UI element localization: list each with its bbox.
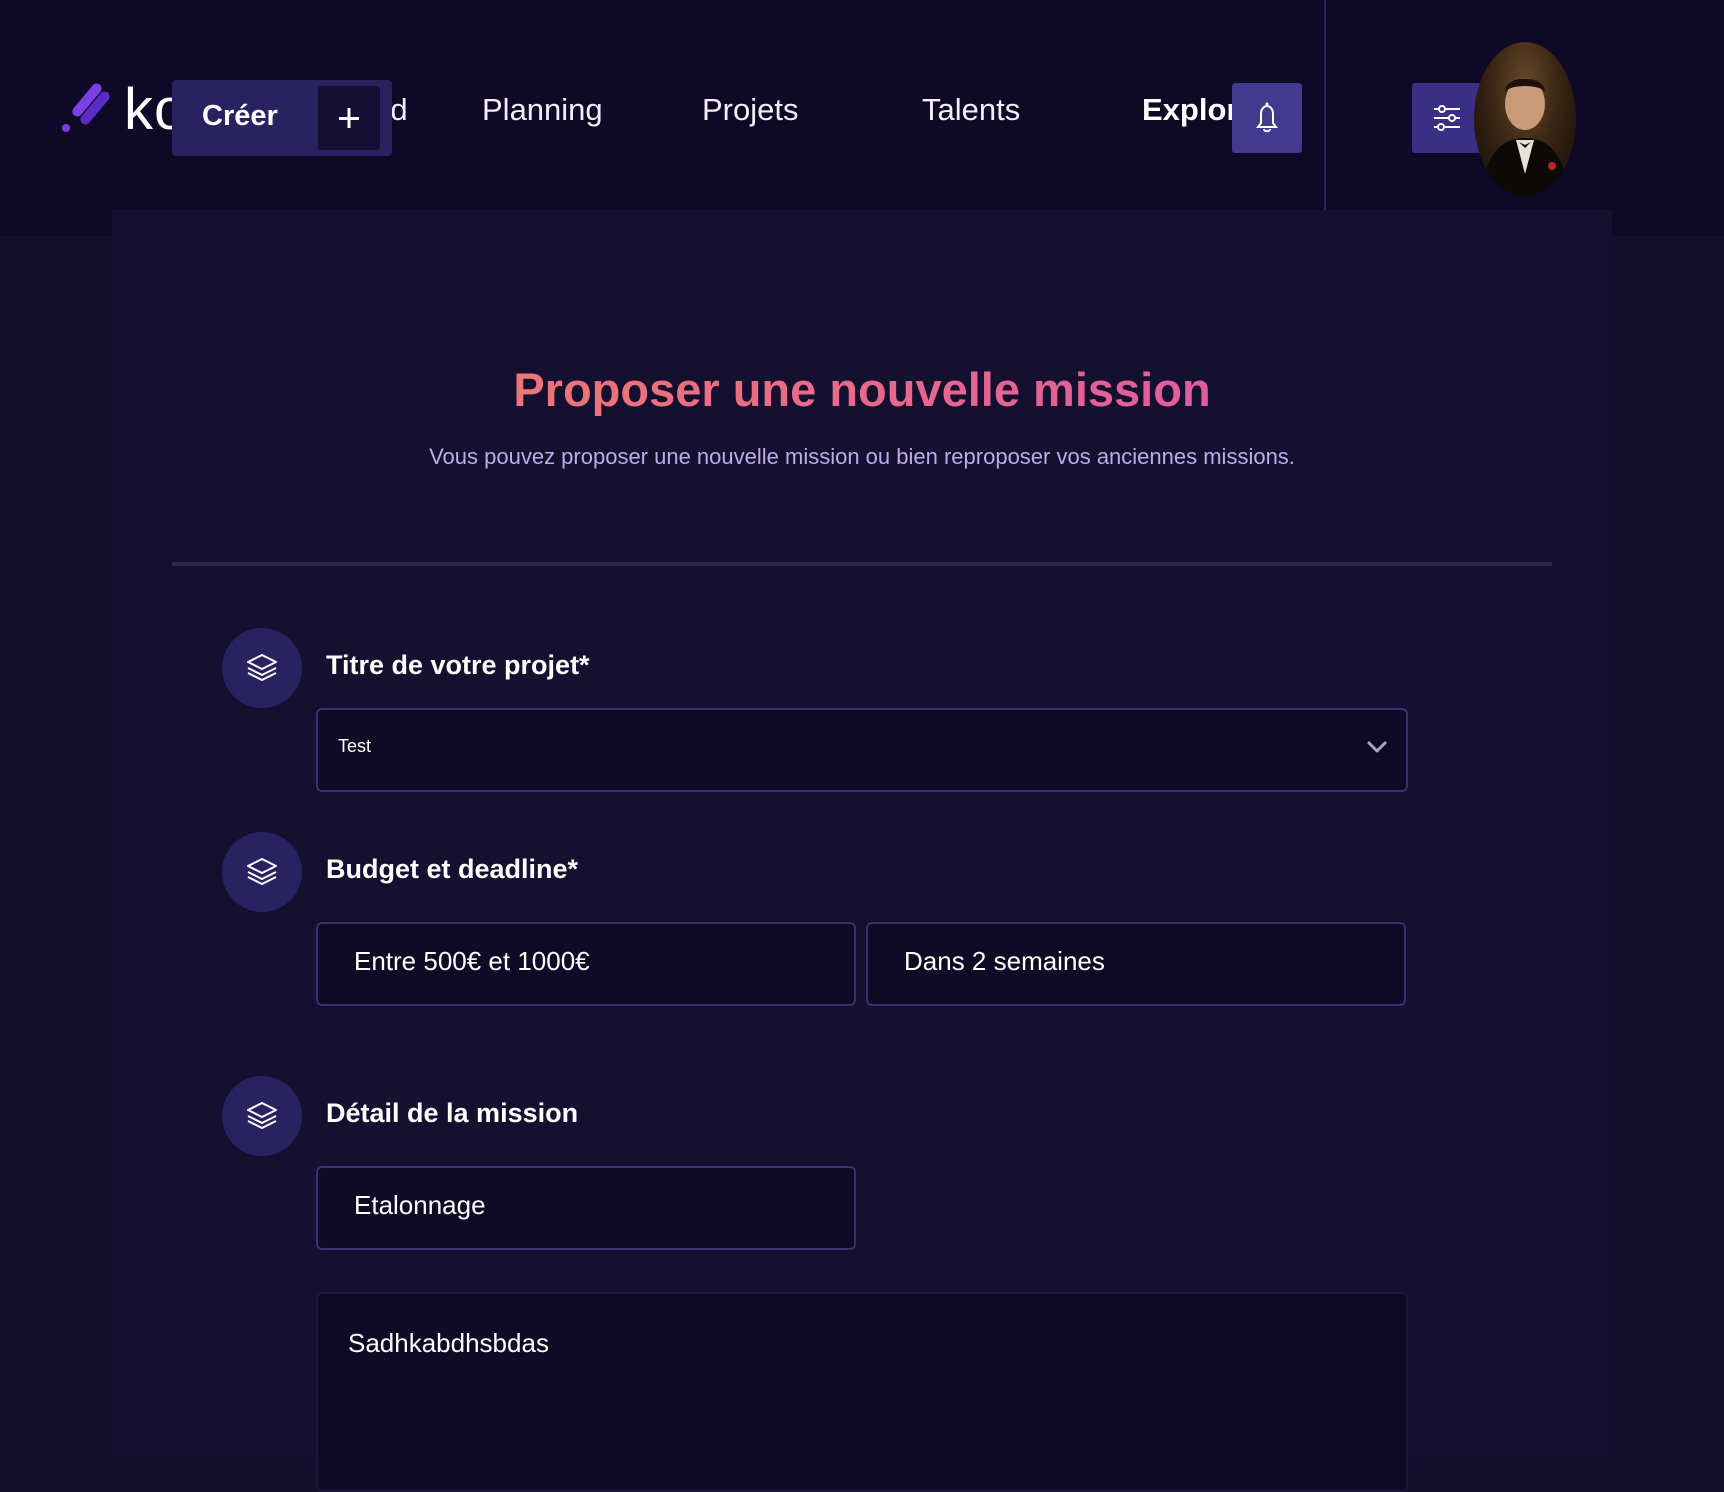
- mission-form-card: Proposer une nouvelle mission Vous pouve…: [112, 210, 1612, 1492]
- create-button[interactable]: Créer: [172, 80, 392, 156]
- user-avatar[interactable]: [1474, 42, 1576, 196]
- project-select-value: Test: [338, 736, 372, 756]
- project-title-label: Titre de votre projet*: [326, 650, 590, 680]
- budget-deadline-label: Budget et deadline*: [326, 854, 579, 884]
- layers-icon: [222, 832, 302, 912]
- budget-value: Entre 500€ et 1000€: [354, 946, 590, 976]
- mission-detail-label: Détail de la mission: [326, 1098, 579, 1128]
- mission-description-textarea[interactable]: Sadhkabdhsbdas: [316, 1292, 1408, 1492]
- layers-icon: [222, 628, 302, 708]
- logo-mark-icon: [62, 83, 110, 132]
- page-title: Proposer une nouvelle mission: [513, 363, 1211, 416]
- nav-link-planning[interactable]: Planning: [482, 92, 603, 128]
- nav-link-talents[interactable]: Talents: [922, 92, 1020, 128]
- mission-description-value: Sadhkabdhsbdas: [348, 1328, 549, 1358]
- layers-icon: [222, 1076, 302, 1156]
- nav-link-projets[interactable]: Projets: [702, 92, 798, 128]
- plus-icon: [318, 86, 380, 150]
- topbar-divider: [1324, 0, 1326, 210]
- avatar-portrait: [1482, 78, 1568, 196]
- page-subtitle: Vous pouvez proposer une nouvelle missio…: [429, 444, 1295, 469]
- chevron-down-icon: [1367, 741, 1387, 753]
- top-navigation-bar: ko rd Planning Projets Talents Explorer …: [0, 0, 1724, 236]
- settings-button[interactable]: [1412, 83, 1482, 153]
- deadline-value: Dans 2 semaines: [904, 946, 1105, 976]
- sliders-icon: [1434, 105, 1460, 131]
- create-button-label: Créer: [202, 100, 278, 132]
- budget-field[interactable]: Entre 500€ et 1000€: [316, 922, 856, 1006]
- notifications-button[interactable]: [1232, 83, 1302, 153]
- mission-type-value: Etalonnage: [354, 1190, 486, 1220]
- deadline-field[interactable]: Dans 2 semaines: [866, 922, 1406, 1006]
- section-divider: [172, 562, 1552, 566]
- project-select[interactable]: Test: [316, 708, 1408, 792]
- mission-type-field[interactable]: Etalonnage: [316, 1166, 856, 1250]
- bell-icon: [1256, 102, 1278, 133]
